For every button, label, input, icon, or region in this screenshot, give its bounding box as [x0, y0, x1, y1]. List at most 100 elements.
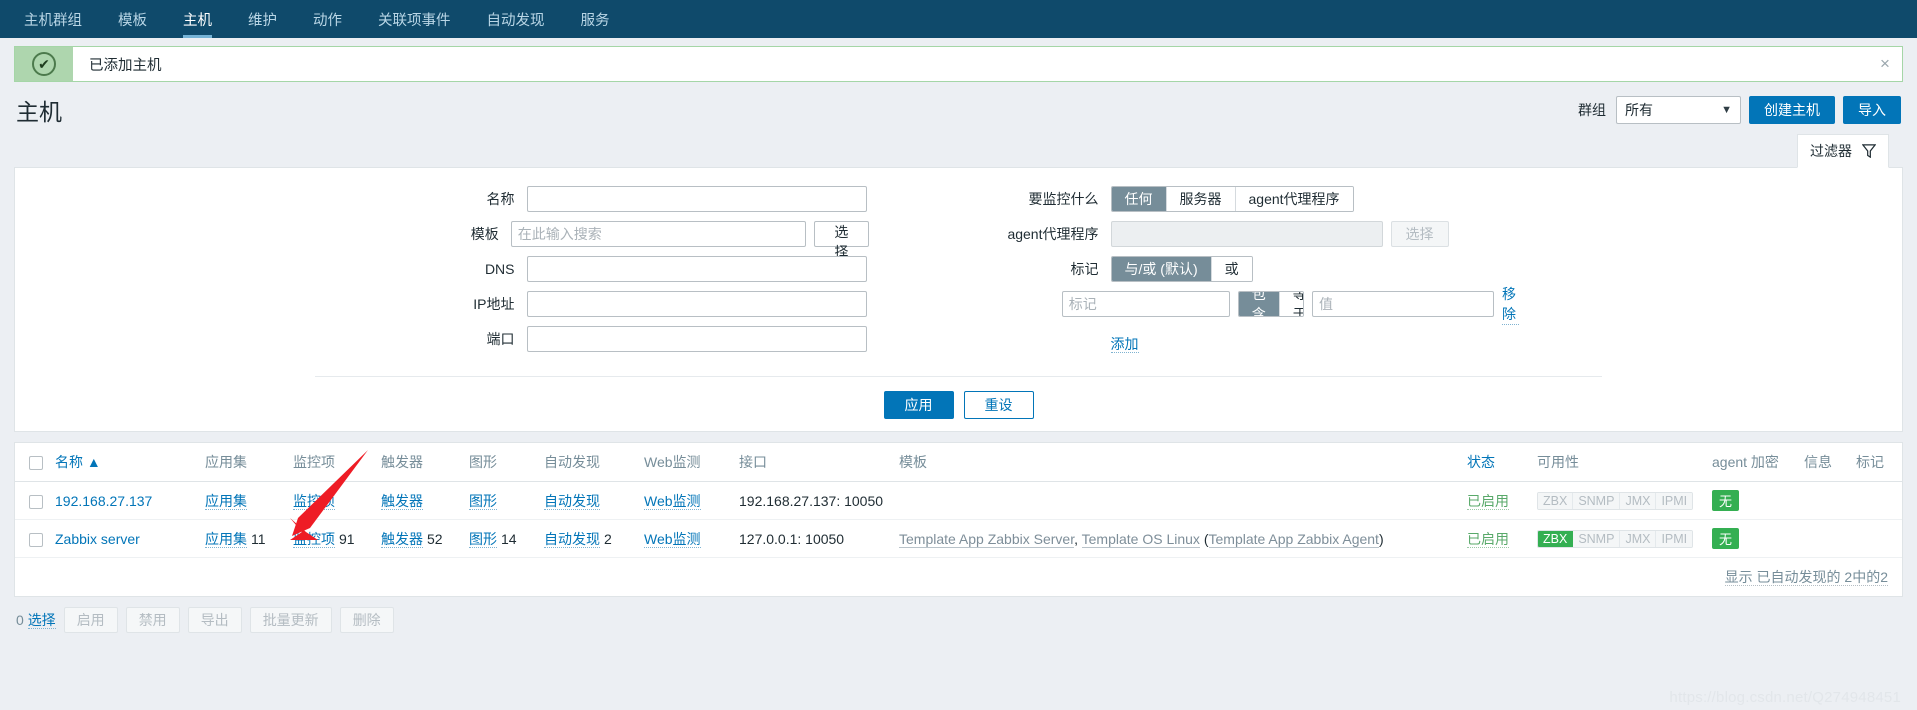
select-all-header	[15, 443, 49, 482]
import-button[interactable]: 导入	[1843, 96, 1901, 124]
cell-web: Web监测	[638, 519, 733, 558]
monitored-by-option-server[interactable]: 服务器	[1166, 187, 1236, 211]
availability-ipmi[interactable]: IPMI	[1656, 530, 1693, 547]
triggers-link[interactable]: 触发器	[381, 492, 423, 510]
message-icon-box: ✔	[15, 47, 73, 81]
template-link[interactable]: Template App Zabbix Agent	[1208, 530, 1379, 548]
cell-applications: 应用集 11	[199, 519, 287, 558]
delete-button[interactable]: 删除	[339, 607, 394, 633]
tag-operator-equals[interactable]: 等于	[1279, 292, 1303, 316]
tag-add-link[interactable]: 添加	[1110, 336, 1139, 353]
applications-link[interactable]: 应用集	[205, 530, 247, 548]
filter-label-proxy: agent代理程序	[1007, 226, 1099, 242]
web-link[interactable]: Web监测	[644, 492, 701, 510]
tag-value-input[interactable]	[1312, 291, 1494, 317]
availability-snmp[interactable]: SNMP	[1573, 530, 1621, 547]
filter-row-dns: DNS	[399, 256, 869, 282]
ip-input[interactable]	[526, 291, 867, 317]
availability-snmp[interactable]: SNMP	[1573, 492, 1621, 509]
availability-zbx[interactable]: ZBX	[1538, 530, 1574, 547]
nav-item-hosts[interactable]: 主机	[165, 0, 230, 38]
cell-triggers: 触发器	[375, 481, 463, 520]
nav-label: 关联项事件	[378, 12, 451, 29]
table-header-row: 名称 ▲ 应用集 监控项 触发器 图形 自动发现 Web监测 接口 模板 状态 …	[15, 443, 1902, 482]
cell-agent-encryption: 无	[1706, 481, 1798, 520]
tags-mode-option-andor[interactable]: 与/或 (默认)	[1111, 257, 1212, 281]
column-name[interactable]: 名称 ▲	[49, 443, 199, 482]
nav-item-maintenance[interactable]: 维护	[230, 0, 295, 38]
applications-link[interactable]: 应用集	[205, 492, 247, 510]
disable-button[interactable]: 禁用	[125, 607, 180, 633]
items-link[interactable]: 监控项	[293, 492, 335, 510]
enable-button[interactable]: 启用	[63, 607, 118, 633]
cell-tags	[1850, 481, 1902, 520]
dns-input[interactable]	[526, 256, 867, 282]
cell-agent-encryption: 无	[1706, 519, 1798, 558]
export-button[interactable]: 导出	[187, 607, 242, 633]
status-link[interactable]: 已启用	[1467, 492, 1509, 510]
cell-graphs: 图形 14	[463, 519, 538, 558]
tag-name-input[interactable]	[1061, 291, 1230, 317]
bulk-action-bar: 0 选择 启用 禁用 导出 批量更新 删除	[0, 597, 1917, 643]
nav-item-services[interactable]: 服务	[563, 0, 628, 38]
template-select-button[interactable]: 选择	[814, 221, 869, 260]
host-name-link[interactable]: Zabbix server	[55, 531, 140, 547]
monitored-by-option-any[interactable]: 任何	[1111, 187, 1167, 211]
row-checkbox[interactable]	[29, 532, 43, 547]
availability-badges: ZBX SNMP JMX IPMI	[1537, 529, 1694, 548]
column-status[interactable]: 状态	[1461, 443, 1531, 482]
cell-info	[1798, 481, 1850, 520]
template-paren-open: (	[1199, 530, 1209, 547]
top-navigation: 主机群组 模板 主机 维护 动作 关联项事件 自动发现 服务	[0, 0, 1917, 38]
monitored-by-option-proxy[interactable]: agent代理程序	[1235, 187, 1353, 211]
nav-item-host-groups[interactable]: 主机群组	[6, 0, 100, 38]
group-select[interactable]: 所有 ▼	[1616, 96, 1741, 124]
filter-tab[interactable]: 过滤器	[1797, 134, 1889, 168]
create-host-button[interactable]: 创建主机	[1749, 96, 1835, 124]
column-info: 信息	[1798, 443, 1850, 482]
template-link[interactable]: Template App Zabbix Server	[899, 530, 1075, 548]
items-link[interactable]: 监控项	[293, 530, 335, 548]
availability-jmx[interactable]: JMX	[1620, 530, 1657, 547]
graphs-link[interactable]: 图形	[469, 492, 497, 510]
table-footer-text: 显示 已自动发现的 2中的2	[1724, 569, 1888, 586]
items-count: 91	[339, 530, 355, 547]
discovery-link[interactable]: 自动发现	[544, 530, 600, 548]
apply-button[interactable]: 应用	[883, 391, 954, 419]
name-input[interactable]	[526, 186, 867, 212]
port-input[interactable]	[526, 326, 867, 352]
close-icon[interactable]: ×	[1868, 47, 1902, 81]
cell-templates: Template App Zabbix Server, Template OS …	[893, 519, 1461, 558]
mass-update-button[interactable]: 批量更新	[249, 607, 332, 633]
nav-item-templates[interactable]: 模板	[100, 0, 165, 38]
row-checkbox[interactable]	[29, 494, 43, 509]
graphs-link[interactable]: 图形	[469, 530, 497, 548]
nav-label: 自动发现	[486, 12, 545, 29]
cell-interface: 127.0.0.1: 10050	[733, 519, 893, 558]
filter-row-tags-mode: 标记 与/或 (默认) 或	[961, 256, 1519, 282]
triggers-link[interactable]: 触发器	[381, 530, 423, 548]
host-name-link[interactable]: 192.168.27.137	[55, 493, 152, 509]
cell-items: 监控项	[287, 481, 375, 520]
status-link[interactable]: 已启用	[1467, 530, 1509, 548]
nav-item-event-correlation[interactable]: 关联项事件	[360, 0, 469, 38]
availability-zbx[interactable]: ZBX	[1538, 492, 1574, 509]
availability-jmx[interactable]: JMX	[1620, 492, 1657, 509]
tags-mode-option-or[interactable]: 或	[1211, 257, 1252, 281]
chevron-down-icon: ▼	[1721, 104, 1732, 116]
discovery-link[interactable]: 自动发现	[544, 492, 600, 510]
select-all-checkbox[interactable]	[29, 456, 43, 471]
cell-triggers: 触发器 52	[375, 519, 463, 558]
nav-item-discovery[interactable]: 自动发现	[469, 0, 563, 38]
reset-button[interactable]: 重设	[963, 391, 1034, 419]
template-link[interactable]: Template OS Linux	[1081, 530, 1200, 548]
availability-ipmi[interactable]: IPMI	[1656, 492, 1693, 509]
nav-label: 模板	[118, 12, 147, 29]
web-link[interactable]: Web监测	[644, 530, 701, 548]
nav-item-actions[interactable]: 动作	[295, 0, 360, 38]
tag-operator-contains[interactable]: 包含	[1238, 292, 1280, 316]
cell-status: 已启用	[1461, 519, 1531, 558]
tag-remove-link[interactable]: 移除	[1502, 284, 1519, 325]
template-input[interactable]	[510, 221, 807, 247]
filter-left-column: 名称 模板 选择 DNS IP地址 端口	[399, 186, 869, 354]
